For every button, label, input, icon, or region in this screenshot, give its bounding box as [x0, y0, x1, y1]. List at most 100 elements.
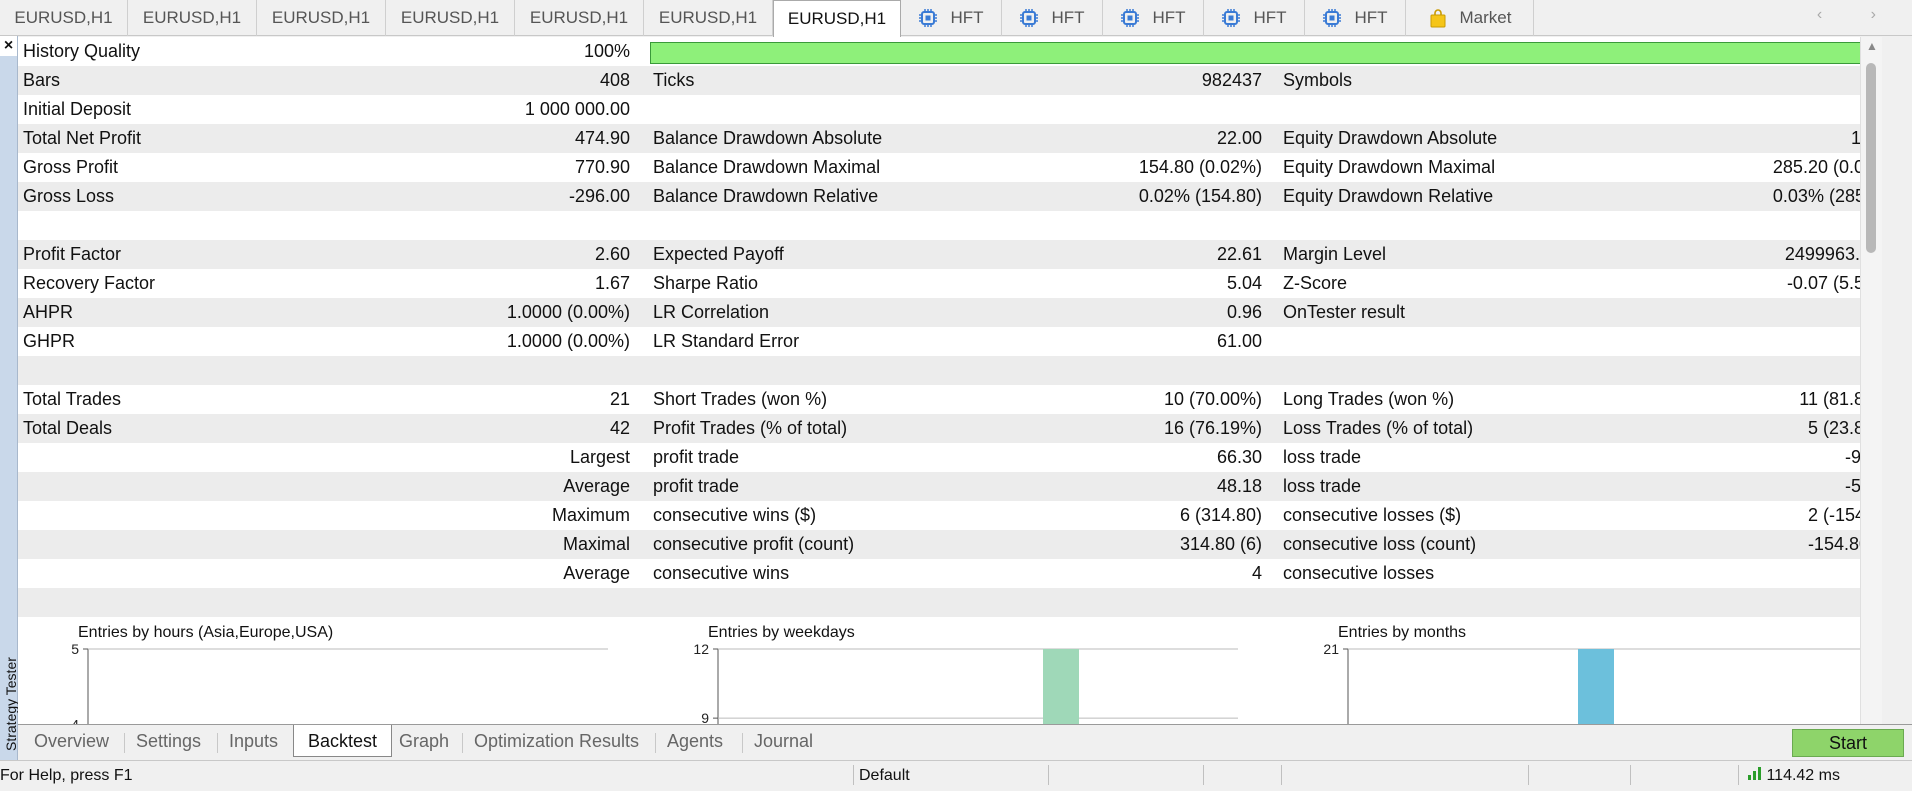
metric-value: 2499963.50%	[1784, 244, 1882, 264]
start-button[interactable]: Start	[1792, 729, 1904, 757]
report-row: Profit Factor 2.60 Expected Payoff 22.61 Mar…	[18, 240, 1882, 269]
chart-tab-label: EURUSD,H1	[142, 8, 242, 27]
chip-icon	[918, 8, 938, 28]
metric-value	[1528, 356, 1882, 385]
metric-label: Balance Drawdown Maximal	[653, 157, 881, 177]
metric-value: 408	[599, 70, 630, 90]
tester-tab[interactable]: Backtest	[293, 725, 393, 757]
metric-value: -0.07 (5.58%)	[1786, 273, 1882, 293]
scroll-up-icon[interactable]: ▲	[1866, 39, 1878, 53]
status-divider	[1281, 765, 1282, 785]
metric-label: Equity Drawdown Relative	[1283, 186, 1494, 206]
chart-tab-label: HFT	[1051, 8, 1085, 27]
metric-value: 0.96	[1226, 302, 1262, 322]
status-divider	[1630, 765, 1631, 785]
tab-divider	[742, 733, 743, 753]
metric-value: 314.80 (6)	[1179, 534, 1262, 554]
report-row: Gross Profit 770.90 Balance Drawdown Maxim…	[18, 153, 1882, 182]
chart-bar	[1578, 649, 1614, 724]
chart-tab[interactable]: EURUSD,H1	[0, 0, 128, 36]
report-row: Total Net Profit 474.90 Balance Drawdown A…	[18, 124, 1882, 153]
metric-value	[358, 588, 630, 617]
chart-tab[interactable]: EURUSD,H1	[386, 0, 515, 36]
tester-tab[interactable]: Optimization Results	[474, 725, 639, 757]
metric-label: Recovery Factor	[23, 273, 156, 293]
metric-value: 2.60	[594, 244, 630, 264]
metric-value: 66.30	[1216, 447, 1262, 467]
chart-tab-label: EURUSD,H1	[529, 8, 629, 27]
report-row: Maximum consecutive wins ($) 6 (314.80) con…	[18, 501, 1882, 530]
metric-label: consecutive wins ($)	[653, 505, 817, 525]
metric-label: Total Trades	[23, 389, 122, 409]
metric-value: 1.67	[594, 273, 630, 293]
metric-label: Long Trades (won %)	[1283, 389, 1455, 409]
chart-tab[interactable]: HFT	[1103, 0, 1204, 36]
tester-tab[interactable]: Journal	[754, 725, 813, 757]
metric-value	[1528, 211, 1882, 240]
tester-tab[interactable]: Settings	[136, 725, 201, 757]
chart-tab[interactable]: HFT	[1305, 0, 1406, 36]
metric-value: 48.18	[1216, 476, 1262, 496]
metric-value: 11 (81.82%)	[1799, 389, 1882, 409]
tester-tab[interactable]: Agents	[667, 725, 723, 757]
chart-tab[interactable]: HFT	[901, 0, 1002, 36]
tester-tab[interactable]: Inputs	[229, 725, 278, 757]
vertical-scrollbar[interactable]: ▲	[1860, 37, 1882, 724]
chart-bar	[1043, 649, 1079, 724]
report-row: Average consecutive wins 4 consecutive loss…	[18, 559, 1882, 588]
report-row: Initial Deposit 1 000 000.00	[18, 95, 1882, 124]
status-divider	[853, 765, 854, 785]
ping-value: 114.42 ms	[1766, 767, 1840, 784]
chart-tab[interactable]: EURUSD,H1	[773, 0, 901, 37]
metric-value: Average	[563, 563, 630, 583]
status-divider	[1528, 765, 1529, 785]
metric-value: 1	[1528, 66, 1882, 95]
metric-label: OnTester result	[1283, 302, 1406, 322]
close-icon[interactable]: ×	[0, 36, 17, 56]
metric-value: 982437	[1201, 70, 1262, 90]
metric-label: Margin Level	[1283, 244, 1387, 264]
tab-divider	[124, 733, 125, 753]
metric-value: Maximum	[551, 505, 630, 525]
metric-label: Expected Payoff	[653, 244, 784, 264]
chart-tab[interactable]: EURUSD,H1	[515, 0, 644, 36]
chart-tab[interactable]: Market	[1406, 0, 1534, 36]
metric-value: 21	[609, 389, 630, 409]
metric-label: GHPR	[23, 331, 76, 351]
tester-tab[interactable]: Overview	[34, 725, 109, 757]
chart-tab-label: EURUSD,H1	[658, 8, 758, 27]
chart-tab-label: HFT	[1253, 8, 1287, 27]
metric-value	[1528, 95, 1882, 124]
metric-label: consecutive losses	[1283, 563, 1435, 583]
chart-tab[interactable]: EURUSD,H1	[128, 0, 257, 36]
chart-tab[interactable]: HFT	[1204, 0, 1305, 36]
y-tick-label: 4	[71, 717, 79, 724]
metric-label: Balance Drawdown Relative	[653, 186, 879, 206]
tab-scroll-arrows[interactable]: ‹ ›	[1817, 6, 1898, 24]
metric-value: 42	[609, 418, 630, 438]
chart-tab[interactable]: HFT	[1002, 0, 1103, 36]
metric-label: loss trade	[1283, 476, 1362, 496]
metric-value: 5.04	[1226, 273, 1262, 293]
entries-chart: 21	[1323, 641, 1868, 724]
metric-value	[898, 95, 1262, 124]
metric-value: 1.0000 (0.00%)	[506, 302, 630, 322]
entries-chart: 12 9	[693, 641, 1238, 724]
metric-value: 5 (23.81%)	[1807, 418, 1882, 438]
tester-tab[interactable]: Graph	[399, 725, 449, 757]
metric-label: Profit Factor	[23, 244, 122, 264]
metric-value: 1 000 000.00	[524, 99, 630, 119]
scrollbar-thumb[interactable]	[1866, 63, 1876, 253]
metric-label: Gross Loss	[23, 186, 115, 206]
chart-tab-label: Market	[1459, 8, 1512, 27]
chart-title: Entries by months	[1338, 624, 1467, 641]
metric-value: 22.61	[1216, 244, 1262, 264]
chart-tab[interactable]: EURUSD,H1	[644, 0, 773, 36]
tab-divider	[462, 733, 463, 753]
strategy-tester-label: Strategy Tester	[3, 657, 19, 751]
metric-label: loss trade	[1283, 447, 1362, 467]
metric-value: -154.80 (2)	[1807, 534, 1882, 554]
metric-value	[1528, 588, 1882, 617]
chart-tab[interactable]: EURUSD,H1	[257, 0, 386, 36]
chart-tab-label: EURUSD,H1	[271, 8, 371, 27]
